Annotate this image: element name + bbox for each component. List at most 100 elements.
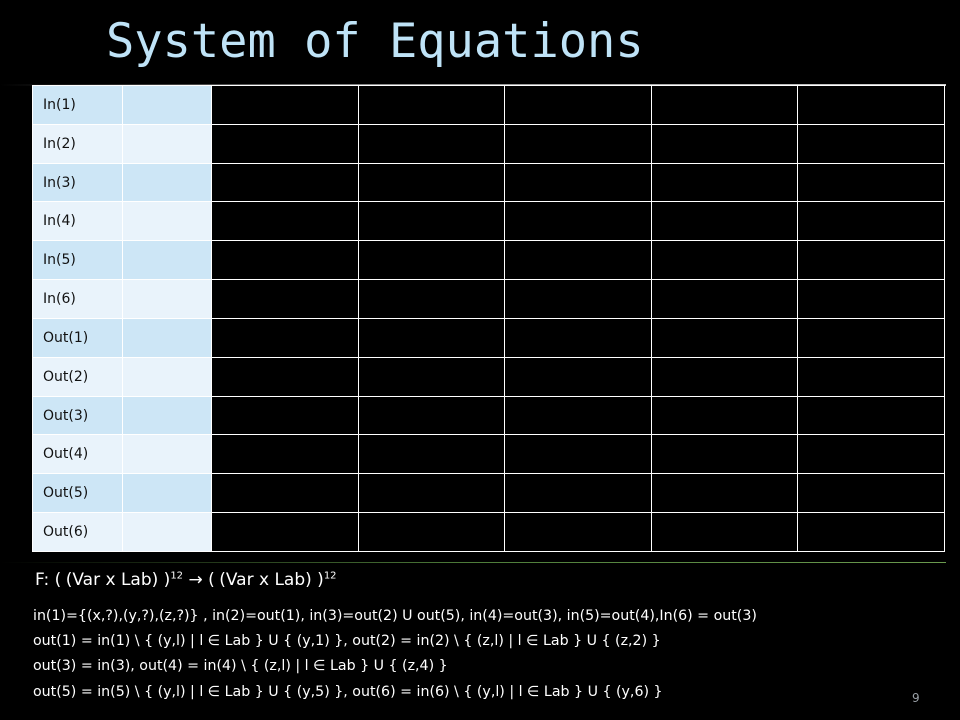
function-codomain: (Var x Lab) ) xyxy=(219,570,324,590)
iteration-cell xyxy=(797,85,945,125)
iteration-cell xyxy=(797,279,945,319)
page-number: 9 xyxy=(912,691,920,705)
iteration-cell xyxy=(504,434,652,475)
equation-line-4: out(5) = in(5) \ { (y,l) | l ∈ Lab } U {… xyxy=(33,684,663,700)
row-label: In(4) xyxy=(32,201,123,242)
row-value-cell xyxy=(122,395,212,436)
iteration-cell xyxy=(504,201,652,242)
row-label: Out(5) xyxy=(32,473,123,514)
iteration-cell xyxy=(504,356,652,397)
equation-line-2: out(1) = in(1) \ { (y,l) | l ∈ Lab } U {… xyxy=(33,633,661,649)
row-label: In(3) xyxy=(32,162,123,203)
iteration-cell xyxy=(650,123,799,164)
iteration-cell xyxy=(211,123,359,164)
row-value-cell xyxy=(122,240,212,281)
iteration-cell xyxy=(211,473,359,514)
iteration-cell xyxy=(504,162,652,203)
equations-table: In(1) In(2) In(3) In(4) In(5) In(6) Out(… xyxy=(32,85,945,552)
iteration-cell xyxy=(211,512,359,552)
iteration-cell xyxy=(357,473,506,514)
iteration-cell xyxy=(797,201,945,242)
codomain-exponent: 12 xyxy=(323,570,337,582)
row-value-cell xyxy=(122,85,212,125)
row-label: In(1) xyxy=(32,85,123,125)
iteration-cell xyxy=(797,395,945,436)
row-value-cell xyxy=(122,201,212,242)
iteration-cell xyxy=(650,240,799,281)
row-value-cell xyxy=(122,434,212,475)
table-row: In(2) xyxy=(32,123,945,164)
iteration-cell xyxy=(357,512,506,552)
iteration-cell xyxy=(504,473,652,514)
iteration-cell xyxy=(211,317,359,358)
iteration-cell xyxy=(211,356,359,397)
row-label: In(6) xyxy=(32,279,123,319)
equation-line-1: in(1)={(x,?),(y,?),(z,?)} , in(2)=out(1)… xyxy=(33,608,757,624)
row-value-cell xyxy=(122,162,212,203)
table-row: In(6) xyxy=(32,279,945,319)
iteration-cell xyxy=(357,162,506,203)
iteration-cell xyxy=(211,434,359,475)
iteration-cell xyxy=(504,512,652,552)
iteration-cell xyxy=(650,395,799,436)
iteration-cell xyxy=(504,123,652,164)
iteration-cell xyxy=(357,317,506,358)
iteration-cell xyxy=(211,279,359,319)
row-value-cell xyxy=(122,473,212,514)
iteration-cell xyxy=(797,317,945,358)
iteration-cell xyxy=(797,240,945,281)
row-value-cell xyxy=(122,123,212,164)
section-divider xyxy=(0,562,946,563)
iteration-cell xyxy=(650,162,799,203)
iteration-cell xyxy=(357,356,506,397)
table-row: Out(5) xyxy=(32,473,945,514)
iteration-cell xyxy=(211,162,359,203)
arrow-icon: → ( xyxy=(183,570,215,590)
slide-title: System of Equations xyxy=(106,14,644,69)
table-row: Out(1) xyxy=(32,317,945,358)
table-row: Out(2) xyxy=(32,356,945,397)
table-row: Out(6) xyxy=(32,512,945,552)
iteration-cell xyxy=(357,434,506,475)
iteration-cell xyxy=(357,279,506,319)
row-label: Out(2) xyxy=(32,356,123,397)
function-prefix: F: ( xyxy=(35,570,62,590)
row-value-cell xyxy=(122,356,212,397)
iteration-cell xyxy=(357,201,506,242)
iteration-cell xyxy=(650,85,799,125)
row-value-cell xyxy=(122,317,212,358)
row-label: In(2) xyxy=(32,123,123,164)
iteration-cell xyxy=(797,162,945,203)
table-row: Out(4) xyxy=(32,434,945,475)
row-label: In(5) xyxy=(32,240,123,281)
iteration-cell xyxy=(797,473,945,514)
iteration-cell xyxy=(211,395,359,436)
table-row: In(1) xyxy=(32,85,945,125)
iteration-cell xyxy=(504,395,652,436)
row-value-cell xyxy=(122,512,212,552)
iteration-cell xyxy=(357,395,506,436)
table-row: In(5) xyxy=(32,240,945,281)
function-signature: F: ( (Var x Lab) )12 → ( (Var x Lab) )12 xyxy=(35,570,337,590)
domain-exponent: 12 xyxy=(170,570,184,582)
iteration-cell xyxy=(211,240,359,281)
iteration-cell xyxy=(797,512,945,552)
table-row: Out(3) xyxy=(32,395,945,436)
iteration-cell xyxy=(357,85,506,125)
iteration-cell xyxy=(650,356,799,397)
iteration-cell xyxy=(650,434,799,475)
iteration-cell xyxy=(650,317,799,358)
iteration-cell xyxy=(650,201,799,242)
iteration-cell xyxy=(504,85,652,125)
iteration-cell xyxy=(650,512,799,552)
iteration-cell xyxy=(650,473,799,514)
row-label: Out(1) xyxy=(32,317,123,358)
iteration-cell xyxy=(211,201,359,242)
iteration-cell xyxy=(650,279,799,319)
row-label: Out(4) xyxy=(32,434,123,475)
iteration-cell xyxy=(357,240,506,281)
row-label: Out(3) xyxy=(32,395,123,436)
iteration-cell xyxy=(504,240,652,281)
equation-line-3: out(3) = in(3), out(4) = in(4) \ { (z,l)… xyxy=(33,658,448,674)
table-row: In(3) xyxy=(32,162,945,203)
